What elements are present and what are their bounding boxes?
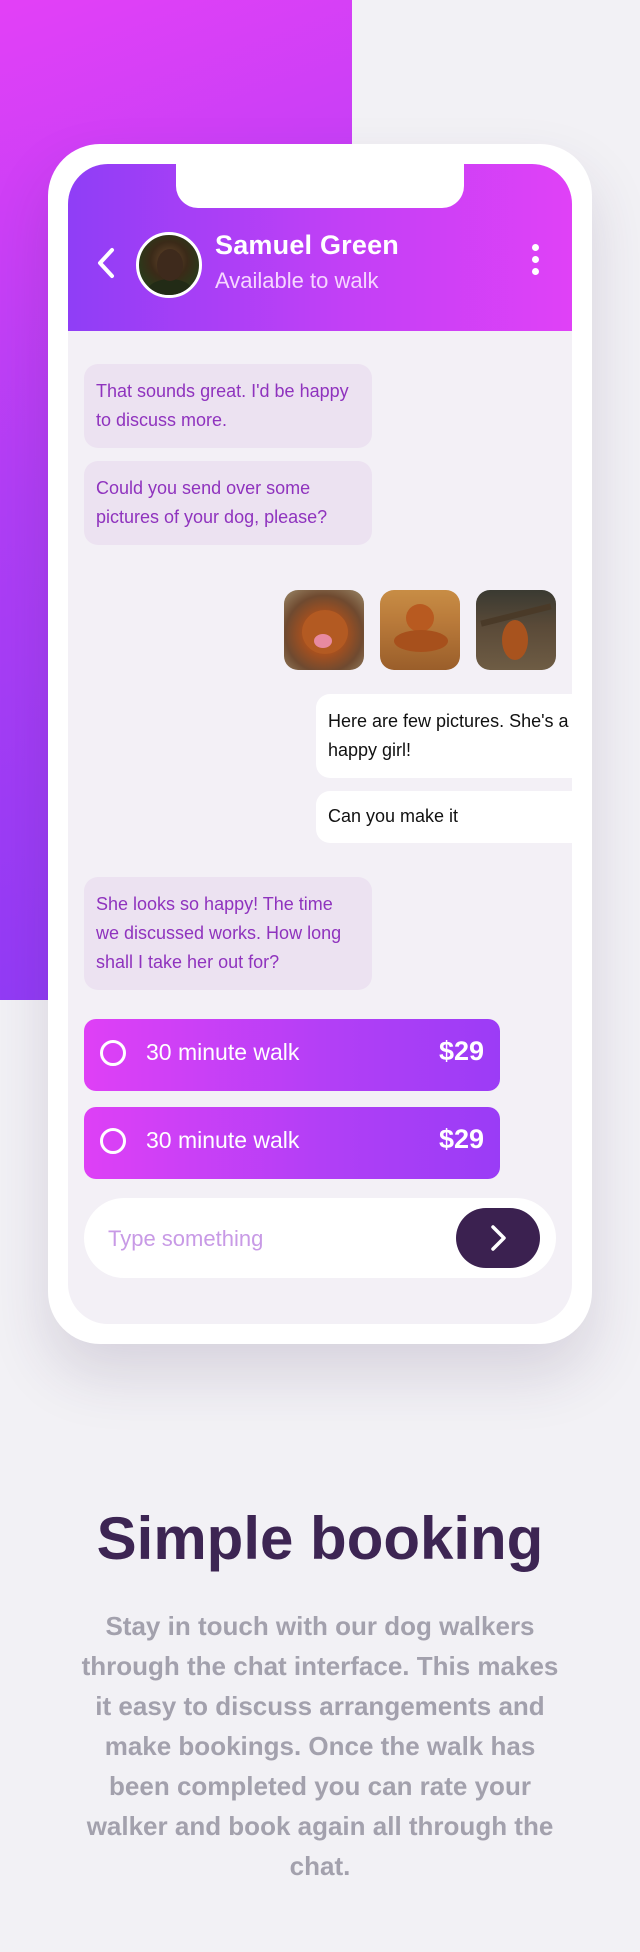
phone-frame: Samuel Green Available to walk That soun… [48,144,592,1344]
walk-option-label: 30 minute walk [146,1039,300,1065]
menu-dot [531,256,539,263]
feature-headline: Simple booking [96,1505,544,1572]
dog-body [394,630,448,652]
chat-header: Samuel Green Available to walk [68,164,572,331]
send-button[interactable] [456,1208,540,1268]
radio-button[interactable] [100,1128,126,1154]
dog-head [406,604,434,632]
more-vertical-icon[interactable] [530,244,540,280]
phone-notch [176,164,464,208]
contact-status: Available to walk [215,268,379,293]
owner-message: Can you make it [316,791,572,843]
walk-option[interactable]: 30 minute walk $29 [84,1019,500,1091]
message-composer [84,1198,556,1278]
message-input[interactable] [106,1218,430,1260]
dog-tongue [314,634,332,648]
menu-dot [531,244,539,251]
walk-option-price: $29 [438,1124,484,1154]
chevron-left-icon[interactable] [94,246,118,280]
chat-screen: Samuel Green Available to walk That soun… [68,164,572,1324]
walker-message: That sounds great. I'd be happy to discu… [84,364,372,448]
dog-photo-3[interactable] [476,590,556,670]
owner-message: Here are few pictures. She's a happy gir… [316,694,572,778]
avatar-shoulders [147,279,193,295]
walker-message: She looks so happy! The time we discusse… [84,877,372,990]
menu-dot [531,268,539,275]
dog-photo-1[interactable] [284,590,364,670]
walker-message: Could you send over some pictures of you… [84,461,372,545]
walk-option[interactable]: 30 minute walk $29 [84,1107,500,1179]
dog-body [502,620,528,660]
avatar[interactable] [136,232,202,298]
contact-name: Samuel Green [215,230,399,260]
avatar-face [157,249,183,281]
feature-description: Stay in touch with our dog walkers throu… [81,1611,559,1881]
radio-button[interactable] [100,1040,126,1066]
chevron-right-icon [491,1225,506,1251]
walk-option-price: $29 [438,1036,484,1066]
dog-photo-2[interactable] [380,590,460,670]
walk-option-label: 30 minute walk [146,1127,300,1153]
